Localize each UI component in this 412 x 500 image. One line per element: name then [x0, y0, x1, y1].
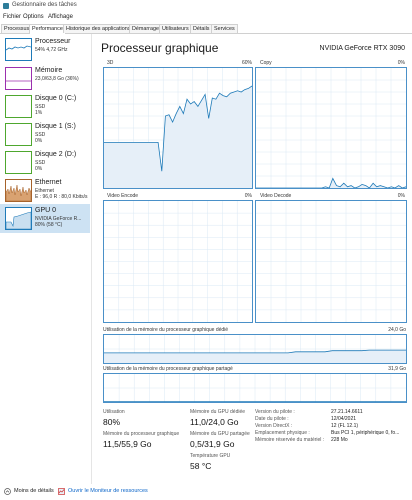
tab-details[interactable]: Détails — [190, 24, 213, 33]
graph-decode-plot — [256, 201, 406, 322]
sidebar-item-detail: 80% (58 °C) — [35, 222, 63, 228]
sidebar-item-label: Processeur — [35, 38, 71, 45]
utilisation-label: Utilisation — [103, 409, 125, 415]
graph-encode-label: Video Encode — [107, 193, 139, 199]
menu-bar: Fichier Options Affichage — [0, 12, 412, 23]
tab-historique[interactable]: Historique des applications — [63, 24, 134, 33]
tab-processus[interactable]: Processus — [1, 24, 33, 33]
tab-performance[interactable]: Performance — [29, 24, 66, 34]
graph-encode — [103, 200, 253, 323]
graph-copy-label: Copy — [260, 60, 272, 66]
window-title: Gestionnaire des tâches — [12, 2, 77, 8]
sidebar-item-label: Disque 1 (S:) — [35, 123, 76, 130]
menu-fichier[interactable]: Fichier — [3, 14, 21, 20]
sidebar-item-disque-0[interactable]: Disque 0 (C:) SSD 1% — [0, 92, 90, 120]
footer: Moins de détails Ouvrir le Moniteur de r… — [0, 484, 412, 500]
info-value: 27.21.14.6611 — [331, 409, 363, 415]
page-title: Processeur graphique — [101, 41, 219, 55]
memory-thumbnail — [5, 67, 32, 90]
info-key: Emplacement physique : — [255, 430, 310, 436]
sidebar-item-detail: 54% 4,72 GHz — [35, 47, 68, 53]
graph-decode — [255, 200, 407, 323]
chevron-up-icon[interactable] — [4, 488, 11, 495]
dedicated-memory-graph — [103, 334, 407, 364]
info-value: 12/04/2021 — [331, 416, 357, 422]
tab-services[interactable]: Services — [211, 24, 238, 33]
dedicated-memory-plot — [104, 335, 406, 363]
dedicated-memory-max: 24,0 Go — [388, 327, 406, 333]
graph-3d-percent: 60% — [241, 60, 252, 66]
sidebar-item-detail: 23,0/63,8 Go (36%) — [35, 76, 79, 82]
menu-affichage[interactable]: Affichage — [48, 14, 73, 20]
tab-bar: Processus Performance Historique des app… — [0, 23, 412, 34]
less-details-button[interactable]: Moins de détails — [14, 488, 54, 494]
sidebar-item-detail: 0% — [35, 166, 43, 172]
info-key: Mémoire réservée du matériel : — [255, 437, 325, 443]
sidebar-item-disque-1[interactable]: Disque 1 (S:) SSD 0% — [0, 120, 90, 148]
info-value: 12 (FL 12.1) — [331, 423, 359, 429]
shared-gpu-memory-value: 0,5/31,9 Go — [190, 439, 235, 449]
resource-monitor-icon — [58, 488, 65, 495]
shared-memory-graph — [103, 373, 407, 403]
tab-demarrage[interactable]: Démarrage — [129, 24, 162, 33]
info-value: 228 Mo — [331, 437, 348, 443]
shared-memory-plot — [104, 374, 406, 402]
info-key: Version DirectX : — [255, 423, 293, 429]
gpu-temperature-value: 58 °C — [190, 461, 212, 471]
utilisation-value: 80% — [103, 417, 121, 427]
sidebar: Processeur 54% 4,72 GHz Mémoire 23,0/63,… — [0, 34, 92, 484]
shared-memory-max: 31,9 Go — [388, 366, 406, 372]
dedicated-memory-label: Utilisation de la mémoire du processeur … — [103, 327, 229, 333]
sidebar-item-disque-2[interactable]: Disque 2 (D:) SSD 0% — [0, 148, 90, 176]
gpu-thumbnail — [5, 207, 32, 230]
sidebar-item-detail: 1% — [35, 110, 43, 116]
sidebar-item-processeur[interactable]: Processeur 54% 4,72 GHz — [0, 35, 90, 63]
sidebar-item-gpu-0[interactable]: GPU 0 NVIDIA GeForce R... 80% (58 °C) — [0, 204, 90, 233]
sidebar-item-detail: E : 96,0 R : 80,0 Kbits/s — [35, 194, 88, 200]
tab-utilisateurs[interactable]: Utilisateurs — [159, 24, 192, 33]
graph-encode-plot — [104, 201, 252, 322]
info-key: Version du pilote : — [255, 409, 295, 415]
sidebar-item-label: Disque 0 (C:) — [35, 95, 77, 102]
cpu-thumbnail — [5, 38, 32, 61]
graph-3d — [103, 67, 253, 189]
shared-memory-label: Utilisation de la mémoire du processeur … — [103, 366, 233, 372]
dedicated-gpu-memory-label: Mémoire du GPU dédiée — [190, 409, 246, 415]
title-bar: Gestionnaire des tâches — [0, 0, 412, 12]
disk-thumbnail — [5, 151, 32, 174]
gpu-memory-value: 11,5/55,9 Go — [103, 439, 152, 449]
graph-decode-label: Video Decode — [260, 193, 292, 199]
graph-copy — [255, 67, 407, 189]
sidebar-item-label: Ethernet — [35, 179, 62, 186]
open-resource-monitor-link[interactable]: Ouvrir le Moniteur de ressources — [68, 488, 148, 494]
gpu-model-name: NVIDIA GeForce RTX 3090 — [319, 45, 405, 52]
menu-options[interactable]: Options — [23, 14, 44, 20]
info-value: Bus PCI 1, périphérique 0, fo... — [331, 430, 400, 436]
graph-3d-plot — [104, 68, 252, 188]
graph-copy-plot — [256, 68, 406, 188]
sidebar-item-ethernet[interactable]: Ethernet Ethernet E : 96,0 R : 80,0 Kbit… — [0, 176, 90, 204]
graph-encode-percent: 0% — [244, 193, 252, 199]
graph-decode-percent: 0% — [397, 193, 405, 199]
ethernet-thumbnail — [5, 179, 32, 202]
dedicated-gpu-memory-value: 11,0/24,0 Go — [190, 417, 239, 427]
sidebar-item-detail: 0% — [35, 138, 43, 144]
gpu-temperature-label: Température GPU — [190, 453, 231, 459]
disk-thumbnail — [5, 123, 32, 146]
graph-3d-label: 3D — [107, 60, 114, 66]
sidebar-item-label: GPU 0 — [35, 207, 57, 214]
info-key: Date du pilote : — [255, 416, 289, 422]
graph-copy-percent: 0% — [397, 60, 405, 66]
sidebar-item-label: Mémoire — [35, 67, 63, 74]
sidebar-item-memoire[interactable]: Mémoire 23,0/63,8 Go (36%) — [0, 64, 90, 92]
shared-gpu-memory-label: Mémoire du GPU partagée — [190, 431, 250, 437]
gpu-memory-label: Mémoire du processeur graphique — [103, 431, 180, 437]
disk-thumbnail — [5, 95, 32, 118]
sidebar-item-label: Disque 2 (D:) — [35, 151, 77, 158]
task-manager-icon — [3, 3, 9, 9]
